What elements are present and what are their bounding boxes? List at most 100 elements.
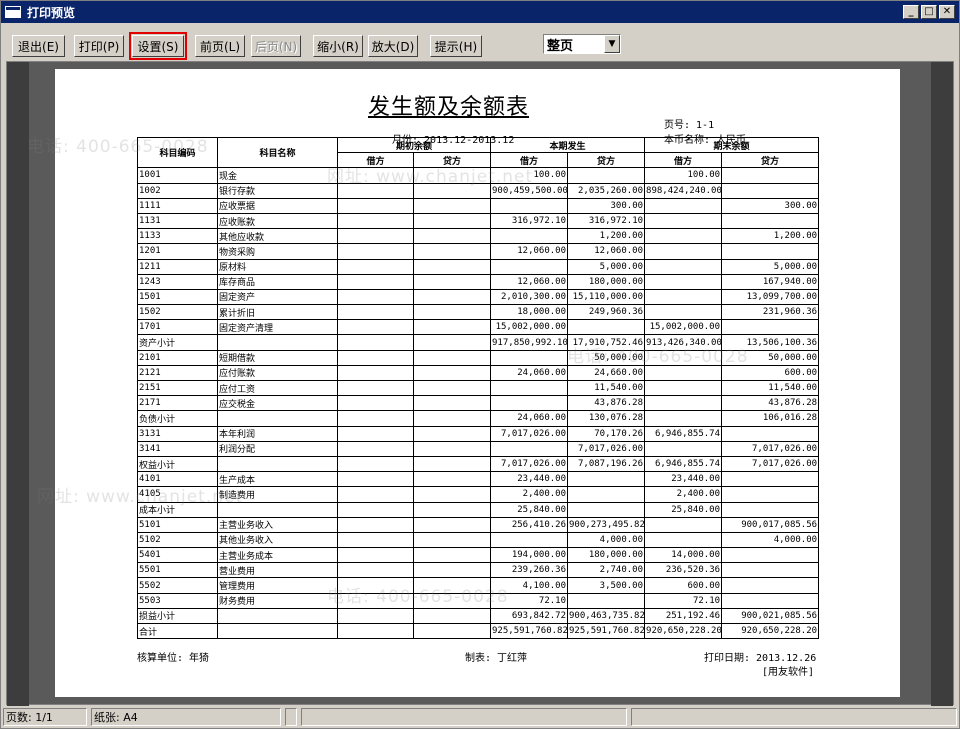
opening-credit-cell xyxy=(412,167,492,184)
opening-credit-cell xyxy=(412,531,492,549)
maximize-button[interactable]: □ xyxy=(921,5,937,19)
zoom-in-button[interactable]: 放大(D) xyxy=(368,35,418,57)
account-code-cell: 4105 xyxy=(137,486,218,503)
closing-debit-cell: 6,946,855.74 xyxy=(644,425,723,442)
closing-credit-cell xyxy=(721,425,820,442)
print-preview-window: 打印预览 _ □ ✕ 退出(E) 打印(P) 设置(S) 前页(L) 后页(N)… xyxy=(0,0,960,729)
period-debit-cell xyxy=(490,258,569,275)
account-name-cell: 物资采购 xyxy=(217,243,338,260)
minimize-button[interactable]: _ xyxy=(903,5,919,19)
account-code-cell: 5401 xyxy=(137,547,218,564)
opening-credit-cell xyxy=(412,622,492,640)
account-name-cell: 制造费用 xyxy=(217,486,338,503)
opening-debit-cell xyxy=(337,425,414,442)
opening-credit-cell xyxy=(412,243,492,260)
opening-debit-cell xyxy=(337,197,414,214)
table-row: 4101 生产成本 23,440.00 23,440.00 xyxy=(137,471,820,488)
opening-credit-cell xyxy=(412,471,492,488)
previous-page-button[interactable]: 前页(L) xyxy=(195,35,245,57)
closing-debit-cell xyxy=(644,379,723,397)
opening-credit-cell xyxy=(412,607,492,625)
period-debit-cell: 12,060.00 xyxy=(490,273,569,290)
ledger-body: 1001 现金 100.00 100.00 1002 银行存款 900,459,500.00… xyxy=(137,167,820,640)
report-title: 发生额及余额表 xyxy=(368,95,530,120)
opening-credit-cell xyxy=(412,379,492,397)
opening-credit-cell xyxy=(412,516,492,533)
period-credit-cell: 180,000.00 xyxy=(567,547,646,564)
account-name-cell xyxy=(217,334,338,351)
period-debit-cell: 925,591,760.82 xyxy=(490,622,569,640)
header-name: 科目名称 xyxy=(217,136,338,169)
closing-credit-cell: 167,940.00 xyxy=(721,273,820,290)
closing-debit-cell xyxy=(644,197,723,214)
period-debit-cell: 7,017,026.00 xyxy=(490,455,569,473)
closing-debit-cell xyxy=(644,516,723,533)
opening-debit-cell xyxy=(337,547,414,564)
zoom-out-button[interactable]: 缩小(R) xyxy=(313,35,363,57)
opening-debit-cell xyxy=(337,607,414,625)
opening-debit-cell xyxy=(337,212,414,230)
period-credit-cell: 300.00 xyxy=(567,197,646,214)
opening-credit-cell xyxy=(412,547,492,564)
closing-credit-cell: 7,017,026.00 xyxy=(721,455,820,473)
account-code-cell: 3131 xyxy=(137,425,218,442)
next-page-button[interactable]: 后页(N) xyxy=(251,35,301,57)
closing-credit-cell xyxy=(721,319,820,336)
closing-credit-cell: 11,540.00 xyxy=(721,379,820,397)
period-credit-cell: 2,740.00 xyxy=(567,562,646,579)
opening-debit-cell xyxy=(337,592,414,609)
table-row: 5101 主营业务收入 256,410.26 900,273,495.82 900,01… xyxy=(137,516,820,533)
opening-debit-cell xyxy=(337,486,414,503)
period-debit-cell: 693,842.72 xyxy=(490,607,569,625)
table-row: 1002 银行存款 900,459,500.00 2,035,260.00 898,42… xyxy=(137,182,820,199)
period-credit-cell: 249,960.36 xyxy=(567,304,646,321)
opening-debit-cell xyxy=(337,349,414,366)
close-button[interactable]: ✕ xyxy=(939,5,955,19)
print-button[interactable]: 打印(P) xyxy=(74,35,124,57)
closing-credit-cell: 900,017,085.56 xyxy=(721,516,820,533)
opening-credit-cell xyxy=(412,182,492,199)
period-credit-cell xyxy=(567,167,646,184)
toolbar: 退出(E) 打印(P) 设置(S) 前页(L) 后页(N) 缩小(R) 放大(D… xyxy=(1,26,959,60)
period-credit-cell xyxy=(567,592,646,609)
table-row: 2101 短期借款 50,000.00 50,000.00 xyxy=(137,349,820,366)
header-debit: 借方 xyxy=(337,152,414,169)
period-debit-cell: 900,459,500.00 xyxy=(490,182,569,199)
opening-credit-cell xyxy=(412,212,492,230)
table-row: 1131 应收账款 316,972.10 316,972.10 xyxy=(137,212,820,230)
table-row: 权益小计 7,017,026.00 7,087,196.26 6,946,855.74… xyxy=(137,455,820,473)
period-debit-cell: 15,002,000.00 xyxy=(490,319,569,336)
period-debit-cell: 4,100.00 xyxy=(490,577,569,594)
closing-debit-cell xyxy=(644,349,723,366)
header-period: 本期发生 xyxy=(490,136,646,154)
settings-button[interactable]: 设置(S) xyxy=(129,32,187,60)
closing-debit-cell xyxy=(644,273,723,290)
closing-debit-cell xyxy=(644,304,723,321)
window-title: 打印预览 xyxy=(27,5,76,20)
period-credit-cell: 43,876.28 xyxy=(567,395,646,412)
table-row: 5502 管理费用 4,100.00 3,500.00 600.00 xyxy=(137,577,820,594)
opening-debit-cell xyxy=(337,562,414,579)
period-credit-cell: 5,000.00 xyxy=(567,258,646,275)
account-code-cell: 1131 xyxy=(137,212,218,230)
closing-debit-cell xyxy=(644,395,723,412)
period-credit-cell: 4,000.00 xyxy=(567,531,646,549)
closing-debit-cell xyxy=(644,531,723,549)
chevron-down-icon[interactable]: ▼ xyxy=(604,35,620,53)
opening-debit-cell xyxy=(337,516,414,533)
closing-credit-cell: 1,200.00 xyxy=(721,228,820,245)
closing-credit-cell xyxy=(721,243,820,260)
hint-button[interactable]: 提示(H) xyxy=(430,35,482,57)
exit-button[interactable]: 退出(E) xyxy=(12,35,65,57)
account-name-cell: 银行存款 xyxy=(217,182,338,199)
page-mode-select[interactable]: 整页 ▼ xyxy=(543,34,621,54)
status-panel xyxy=(631,708,957,726)
header-code: 科目编码 xyxy=(137,136,218,169)
preview-area[interactable]: 发生额及余额表 页号: 1-1 月份: 2013.12-2013.12 本币名称… xyxy=(6,61,954,706)
closing-credit-cell xyxy=(721,547,820,564)
closing-debit-cell xyxy=(644,410,723,427)
account-name-cell: 原材料 xyxy=(217,258,338,275)
closing-credit-cell: 106,016.28 xyxy=(721,410,820,427)
software-name: [用友软件] xyxy=(762,667,815,678)
period-credit-cell: 316,972.10 xyxy=(567,212,646,230)
